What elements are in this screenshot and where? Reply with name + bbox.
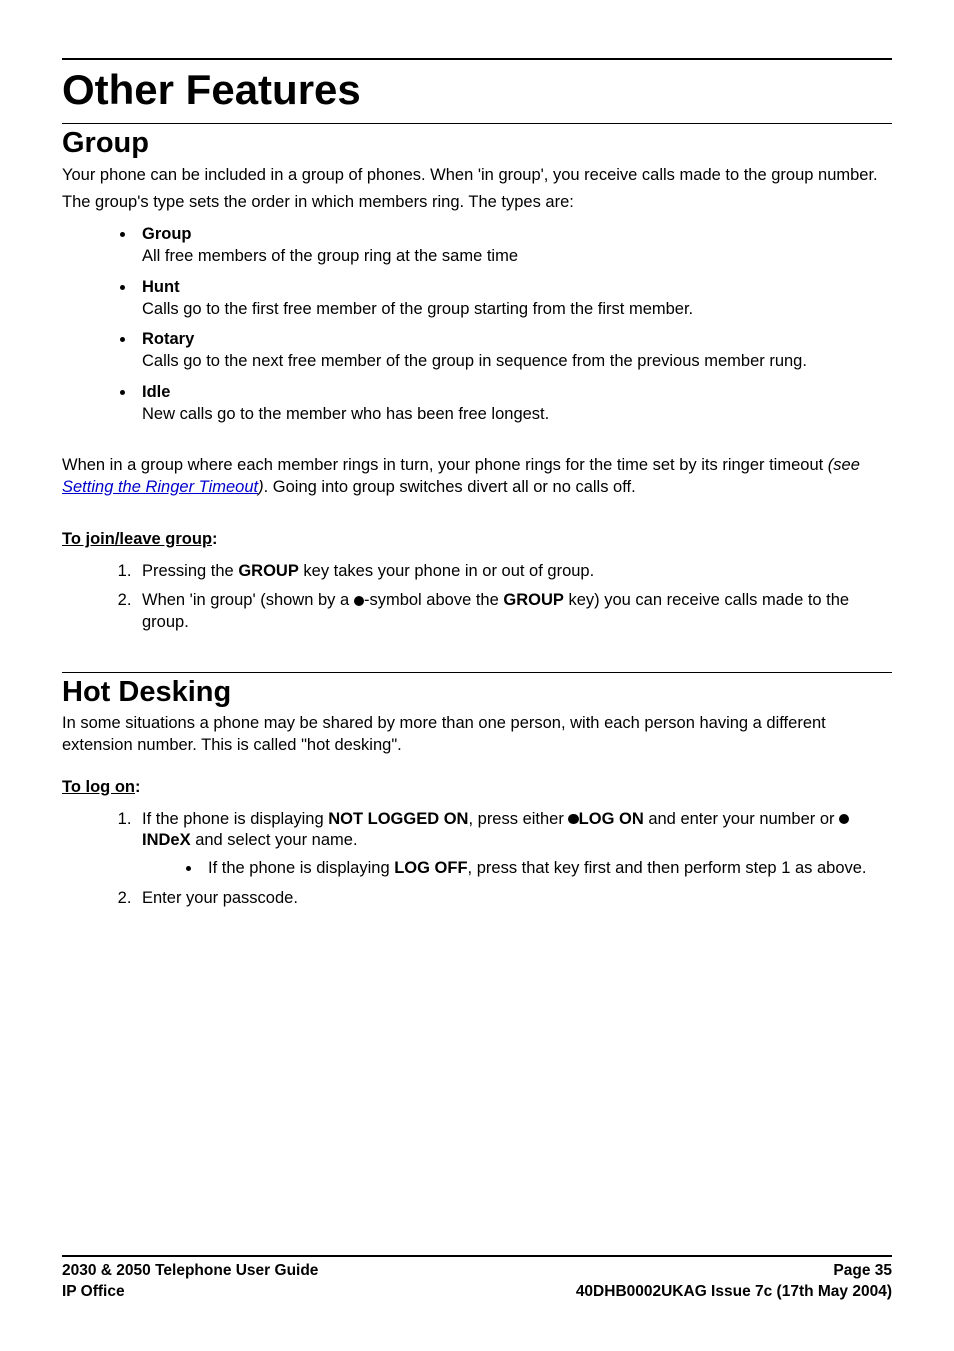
chapter-title: Other Features [62, 62, 892, 117]
group-type-item: Group All free members of the group ring… [136, 224, 892, 268]
section1-note: When in a group where each member rings … [62, 455, 892, 499]
footer-page-number: Page 35 [833, 1261, 892, 1282]
join-leave-steps: Pressing the GROUP key takes your phone … [88, 561, 892, 634]
text-bold: GROUP [503, 591, 564, 609]
text: and select your name. [191, 831, 358, 849]
group-type-term: Rotary [142, 329, 892, 351]
text: When 'in group' (shown by a [142, 591, 354, 609]
footer-guide-title: 2030 & 2050 Telephone User Guide [62, 1261, 318, 1282]
section1-title: Group [62, 124, 892, 162]
step: If the phone is displaying NOT LOGGED ON… [136, 809, 892, 880]
group-type-desc: Calls go to the first free member of the… [142, 299, 892, 321]
group-type-desc: Calls go to the next free member of the … [142, 351, 892, 373]
group-type-item: Rotary Calls go to the next free member … [136, 329, 892, 373]
text: INDeX [142, 831, 191, 849]
footer-row-1: 2030 & 2050 Telephone User Guide Page 35 [62, 1261, 892, 1282]
step: Pressing the GROUP key takes your phone … [136, 561, 892, 583]
dot-icon [839, 814, 849, 824]
ringer-timeout-link[interactable]: Setting the Ringer Timeout [62, 478, 258, 496]
text-bold: LOG ON [568, 810, 643, 828]
text: LOG ON [579, 810, 644, 828]
inner-item: If the phone is displaying LOG OFF, pres… [202, 858, 892, 880]
text: (see [828, 456, 860, 474]
page-footer: 2030 & 2050 Telephone User Guide Page 35… [62, 1255, 892, 1303]
group-type-term: Group [142, 224, 892, 246]
dot-icon [568, 814, 578, 824]
text: . Going into group switches divert all o… [264, 478, 636, 496]
subhead-join-leave: To join/leave group: [62, 529, 892, 551]
top-rule [62, 58, 892, 60]
text: -symbol above the [364, 591, 503, 609]
footer-product: IP Office [62, 1282, 125, 1303]
section1-intro1: Your phone can be included in a group of… [62, 165, 892, 187]
text-bold: LOG OFF [394, 859, 467, 877]
subhead-join-leave-label: To join/leave group [62, 530, 212, 548]
text: If the phone is displaying [142, 810, 328, 828]
group-type-term: Hunt [142, 277, 892, 299]
text: If the phone is displaying [208, 859, 394, 877]
text: When in a group where each member rings … [62, 456, 828, 474]
section2-intro: In some situations a phone may be shared… [62, 713, 892, 757]
section1-intro2: The group's type sets the order in which… [62, 192, 892, 214]
section2-title: Hot Desking [62, 673, 892, 711]
step: Enter your passcode. [136, 888, 892, 910]
group-types-list: Group All free members of the group ring… [88, 224, 892, 425]
group-type-item: Hunt Calls go to the first free member o… [136, 277, 892, 321]
group-type-item: Idle New calls go to the member who has … [136, 382, 892, 426]
footer-row-2: IP Office 40DHB0002UKAG Issue 7c (17th M… [62, 1282, 892, 1303]
text: Pressing the [142, 562, 238, 580]
text-bold: NOT LOGGED ON [328, 810, 468, 828]
step: When 'in group' (shown by a -symbol abov… [136, 590, 892, 634]
subhead-logon: To log on: [62, 777, 892, 799]
text: key takes your phone in or out of group. [299, 562, 594, 580]
text-bold: GROUP [238, 562, 299, 580]
subhead-logon-label: To log on [62, 778, 135, 796]
footer-issue: 40DHB0002UKAG Issue 7c (17th May 2004) [576, 1282, 892, 1303]
logon-steps: If the phone is displaying NOT LOGGED ON… [88, 809, 892, 910]
text: , press that key first and then perform … [468, 859, 867, 877]
dot-icon [354, 596, 364, 606]
footer-rule [62, 1255, 892, 1257]
group-type-term: Idle [142, 382, 892, 404]
text: and enter your number or [644, 810, 839, 828]
text: , press either [468, 810, 568, 828]
group-type-desc: New calls go to the member who has been … [142, 404, 892, 426]
group-type-desc: All free members of the group ring at th… [142, 246, 892, 268]
logon-step1-inner: If the phone is displaying LOG OFF, pres… [146, 858, 892, 880]
